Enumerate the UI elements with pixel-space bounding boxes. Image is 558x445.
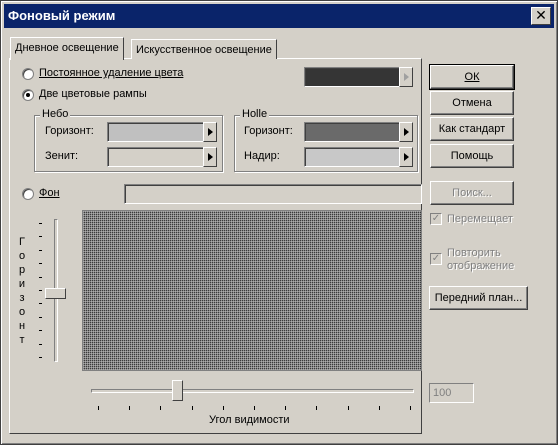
title-bar[interactable]: Фоновый режим ✕ — [4, 4, 554, 28]
slider-tick — [39, 263, 42, 265]
slider-tick — [39, 343, 42, 345]
sky-zenith-arrow-icon[interactable] — [203, 147, 217, 167]
tab-artificial-light[interactable]: Искусственное освещение — [131, 39, 277, 59]
ground-horizon-swatch[interactable] — [304, 122, 400, 142]
slider-tick — [129, 406, 131, 410]
slider-tick — [191, 406, 193, 410]
ground-nadir-arrow-icon[interactable] — [399, 147, 413, 167]
moves-checkbox[interactable]: ✓ — [430, 213, 442, 225]
sky-horizon-label: Горизонт: — [45, 125, 94, 137]
slider-tick — [347, 406, 349, 410]
view-angle-slider-thumb[interactable] — [171, 380, 183, 401]
slider-tick — [39, 330, 42, 332]
tab-artificial-label: Искусственное освещение — [136, 44, 272, 56]
horizon-vertical-label: Горизонт — [18, 236, 26, 346]
slider-tick — [39, 357, 42, 358]
background-label: Фон — [39, 187, 60, 199]
background-path-field[interactable] — [124, 184, 422, 204]
background-preview — [82, 210, 422, 371]
sky-group-title: Небо — [40, 108, 71, 120]
slider-tick — [378, 406, 380, 410]
close-button[interactable]: ✕ — [531, 7, 551, 25]
radio-selected-dot — [26, 93, 30, 97]
repeat-label-line1: Повторить — [447, 247, 501, 259]
slider-tick — [39, 236, 42, 238]
check-icon: ✓ — [431, 213, 441, 224]
close-icon: ✕ — [535, 7, 547, 23]
tab-daylight-label: Дневное освещение — [15, 42, 119, 54]
solid-color-label-text: Постоянное удаление цвета — [39, 67, 184, 79]
sky-zenith-label: Зенит: — [45, 150, 79, 162]
slider-tick — [98, 406, 99, 410]
ground-horizon-arrow-icon[interactable] — [399, 122, 413, 142]
slider-tick — [39, 303, 42, 305]
ok-button-label: ОК — [464, 71, 480, 83]
slider-tick — [316, 406, 318, 410]
foreground-button[interactable]: Передний план... — [429, 286, 528, 310]
background-radio[interactable] — [22, 188, 34, 200]
two-ramps-radio[interactable] — [22, 89, 34, 101]
view-angle-value-field[interactable]: 100 — [429, 383, 474, 403]
help-button[interactable]: Помощь — [430, 144, 514, 168]
solid-color-arrow-icon[interactable] — [399, 67, 413, 87]
ground-group-title: Holle — [240, 108, 270, 120]
two-ramps-label: Две цветовые рампы — [39, 88, 147, 100]
slider-tick — [39, 316, 42, 318]
ok-button[interactable]: ОК — [429, 64, 515, 90]
default-button[interactable]: Как стандарт — [430, 117, 514, 141]
slider-tick — [39, 276, 42, 278]
sky-zenith-swatch[interactable] — [107, 147, 204, 167]
slider-tick — [254, 406, 255, 410]
cancel-button[interactable]: Отмена — [430, 91, 514, 115]
solid-color-swatch[interactable] — [304, 67, 400, 87]
horizon-slider-thumb[interactable] — [45, 288, 66, 300]
solid-color-radio[interactable] — [22, 68, 34, 80]
ground-horizon-label: Горизонт: — [244, 125, 293, 137]
ground-nadir-swatch[interactable] — [304, 147, 400, 167]
moves-label: Перемещает — [447, 213, 513, 225]
tab-daylight[interactable]: Дневное освещение — [10, 37, 124, 60]
background-label-text: Фон — [39, 187, 60, 199]
slider-tick — [39, 249, 42, 251]
sky-horizon-swatch[interactable] — [107, 122, 204, 142]
check-icon: ✓ — [431, 253, 441, 264]
sky-horizon-arrow-icon[interactable] — [203, 122, 217, 142]
browse-button[interactable]: Поиск... — [430, 181, 514, 205]
view-angle-slider-track[interactable] — [91, 389, 414, 393]
repeat-checkbox[interactable]: ✓ — [430, 253, 442, 265]
slider-tick — [160, 406, 162, 410]
slider-tick — [222, 406, 224, 410]
window-title: Фоновый режим — [8, 8, 116, 23]
repeat-label-line2: отображение — [447, 260, 515, 272]
slider-tick — [39, 290, 42, 291]
solid-color-label: Постоянное удаление цвета — [39, 67, 183, 79]
ground-nadir-label: Надир: — [244, 150, 280, 162]
slider-tick — [285, 406, 287, 410]
slider-tick — [410, 406, 411, 410]
dialog-window: Фоновый режим ✕ Дневное освещение Искусс… — [0, 0, 558, 445]
view-angle-label: Угол видимости — [209, 414, 290, 426]
slider-tick — [39, 223, 42, 224]
